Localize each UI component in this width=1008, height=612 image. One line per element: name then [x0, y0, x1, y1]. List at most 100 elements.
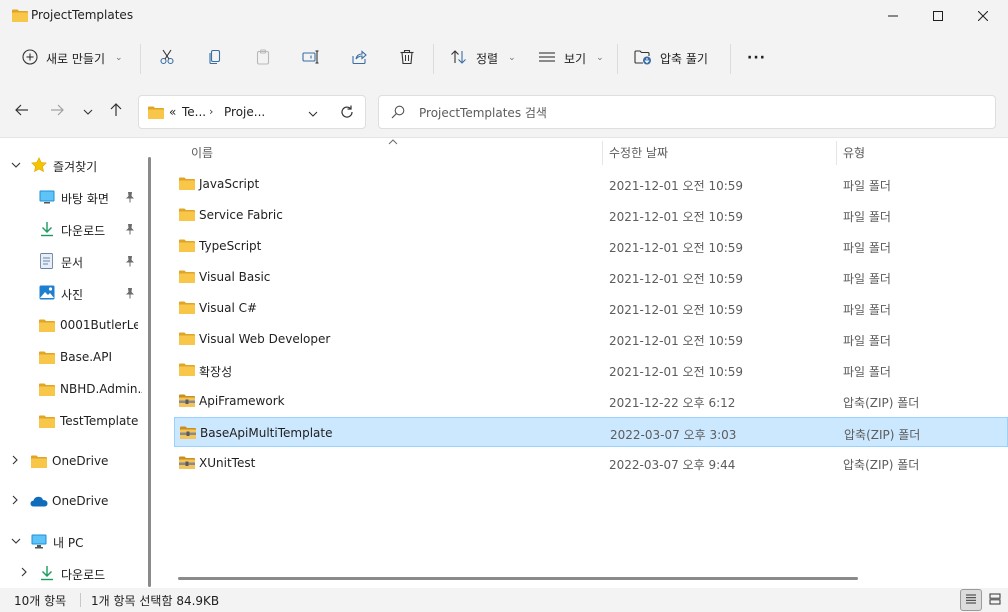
sidebar-item-folder[interactable]: 0001ButlerLee: [0, 310, 150, 340]
column-header-type[interactable]: 유형: [843, 139, 1003, 165]
file-row[interactable]: JavaScript 2021-12-01 오전 10:59 파일 폴더: [174, 169, 1008, 199]
download-icon: [40, 565, 54, 584]
minimize-button[interactable]: [870, 0, 916, 32]
sidebar-item-onedrive-cloud[interactable]: OneDrive: [0, 486, 150, 516]
share-button[interactable]: [344, 44, 374, 72]
sidebar-item-folder[interactable]: NBHD.Admin.A: [0, 374, 150, 404]
file-date: 2021-12-22 오후 6:12: [609, 396, 736, 410]
sidebar-scrollbar[interactable]: [148, 157, 151, 587]
extract-all-button[interactable]: 압축 풀기: [628, 44, 714, 72]
sidebar-item-label: 즐겨찾기: [53, 160, 98, 174]
share-icon: [351, 49, 367, 68]
breadcrumb-item[interactable]: Te...: [182, 105, 206, 119]
chevron-right-icon[interactable]: [9, 455, 21, 468]
new-button[interactable]: 새로 만들기 ⌄: [16, 44, 129, 72]
sidebar-item-label: 내 PC: [53, 536, 84, 550]
view-button[interactable]: 보기 ⌄: [532, 44, 610, 72]
rename-button[interactable]: [296, 44, 326, 72]
sidebar-item-label: OneDrive: [52, 454, 109, 468]
address-bar[interactable]: « Te... › Proje...: [138, 95, 366, 129]
file-name: JavaScript: [199, 177, 260, 191]
search-icon: [391, 105, 405, 122]
column-divider[interactable]: [602, 141, 603, 165]
status-bar: 10개 항목 1개 항목 선택함 84.9KB: [0, 588, 1008, 612]
download-icon: [40, 221, 54, 240]
chevron-down-icon[interactable]: [10, 536, 22, 547]
back-button[interactable]: [9, 98, 35, 124]
file-row[interactable]: Visual Web Developer 2021-12-01 오전 10:59 파…: [174, 324, 1008, 354]
folder-icon: [179, 363, 195, 379]
file-name: Visual C#: [199, 301, 258, 315]
refresh-button[interactable]: [337, 104, 357, 122]
file-row[interactable]: XUnitTest 2022-03-07 오후 9:44 압축(ZIP) 폴더: [174, 448, 1008, 478]
tiles-view-button[interactable]: [984, 589, 1006, 611]
recent-locations-button[interactable]: [75, 98, 101, 124]
chevron-down-icon[interactable]: [10, 160, 22, 171]
sidebar-item-pc-downloads[interactable]: 다운로드: [0, 558, 150, 588]
copy-button[interactable]: [200, 44, 230, 72]
trash-icon: [399, 49, 415, 68]
file-type: 압축(ZIP) 폴더: [844, 428, 921, 442]
sidebar-item-quick-access[interactable]: 즐겨찾기: [0, 150, 150, 180]
cut-button[interactable]: [152, 44, 182, 72]
folder-icon: [39, 351, 55, 367]
maximize-button[interactable]: [915, 0, 961, 32]
sidebar-item-label: 바탕 화면: [61, 192, 109, 206]
command-bar: 새로 만들기 ⌄ 정렬 ⌄ 보기 ⌄ 압축 풀기 ···: [0, 32, 1008, 84]
navigation-pane: 즐겨찾기 바탕 화면 다운로드 문서 사진 0001ButlerLe Base.…: [0, 139, 160, 588]
file-row[interactable]: 확장성 2021-12-01 오전 10:59 파일 폴더: [174, 355, 1008, 385]
sidebar-item-folder[interactable]: Base.API: [0, 342, 150, 372]
sidebar-item-onedrive[interactable]: OneDrive: [0, 446, 150, 476]
file-name: Visual Basic: [199, 270, 271, 284]
horizontal-scrollbar[interactable]: [178, 577, 858, 580]
folder-icon: [179, 332, 195, 348]
file-date: 2021-12-01 오전 10:59: [609, 303, 744, 317]
zip-folder-icon: [179, 394, 195, 410]
breadcrumb-overflow[interactable]: «: [169, 105, 176, 119]
file-row[interactable]: TypeScript 2021-12-01 오전 10:59 파일 폴더: [174, 231, 1008, 261]
toolbar-divider: [140, 44, 141, 74]
column-header-name[interactable]: 이름: [191, 139, 601, 165]
details-view-icon: [965, 593, 977, 608]
file-row[interactable]: Service Fabric 2021-12-01 오전 10:59 파일 폴더: [174, 200, 1008, 230]
sidebar-item-label: 0001ButlerLee: [60, 318, 138, 332]
close-button[interactable]: [960, 0, 1006, 32]
sort-button[interactable]: 정렬 ⌄: [444, 44, 522, 72]
column-header-date[interactable]: 수정한 날짜: [609, 139, 834, 165]
column-divider[interactable]: [836, 141, 837, 165]
forward-button[interactable]: [44, 98, 70, 124]
file-type: 파일 폴더: [843, 210, 891, 224]
refresh-icon: [340, 105, 354, 122]
view-button-label: 보기: [564, 51, 587, 66]
pin-icon: [125, 223, 135, 238]
chevron-right-icon[interactable]: [18, 567, 30, 580]
file-date: 2021-12-01 오전 10:59: [609, 334, 744, 348]
rename-icon: [302, 49, 320, 68]
file-row[interactable]: BaseApiMultiTemplate 2022-03-07 오후 3:03 압축…: [174, 417, 1008, 447]
sidebar-item-desktop[interactable]: 바탕 화면: [0, 182, 150, 212]
folder-icon: [39, 319, 55, 335]
pictures-icon: [39, 285, 55, 303]
file-row[interactable]: Visual Basic 2021-12-01 오전 10:59 파일 폴더: [174, 262, 1008, 292]
chevron-down-icon: ⌄: [596, 53, 604, 63]
search-box[interactable]: [378, 95, 996, 129]
up-button[interactable]: [103, 98, 129, 124]
breadcrumb-item[interactable]: Proje...: [224, 105, 265, 119]
extract-all-label: 압축 풀기: [660, 51, 708, 66]
delete-button[interactable]: [392, 44, 422, 72]
paste-button[interactable]: [248, 44, 278, 72]
sidebar-item-folder[interactable]: TestTemplate: [0, 406, 150, 436]
file-row[interactable]: Visual C# 2021-12-01 오전 10:59 파일 폴더: [174, 293, 1008, 323]
file-row[interactable]: ApiFramework 2021-12-22 오후 6:12 압축(ZIP) 폴더: [174, 386, 1008, 416]
chevron-right-icon[interactable]: [9, 495, 21, 508]
details-view-button[interactable]: [960, 589, 982, 611]
sidebar-item-documents[interactable]: 문서: [0, 246, 150, 276]
search-input[interactable]: [419, 104, 979, 122]
sidebar-item-downloads[interactable]: 다운로드: [0, 214, 150, 244]
address-dropdown-button[interactable]: [303, 104, 323, 122]
sidebar-item-this-pc[interactable]: 내 PC: [0, 526, 150, 556]
more-options-button[interactable]: ···: [741, 44, 772, 72]
column-header-label: 수정한 날짜: [609, 145, 669, 160]
sidebar-item-pictures[interactable]: 사진: [0, 278, 150, 308]
column-header-label: 이름: [191, 145, 214, 160]
